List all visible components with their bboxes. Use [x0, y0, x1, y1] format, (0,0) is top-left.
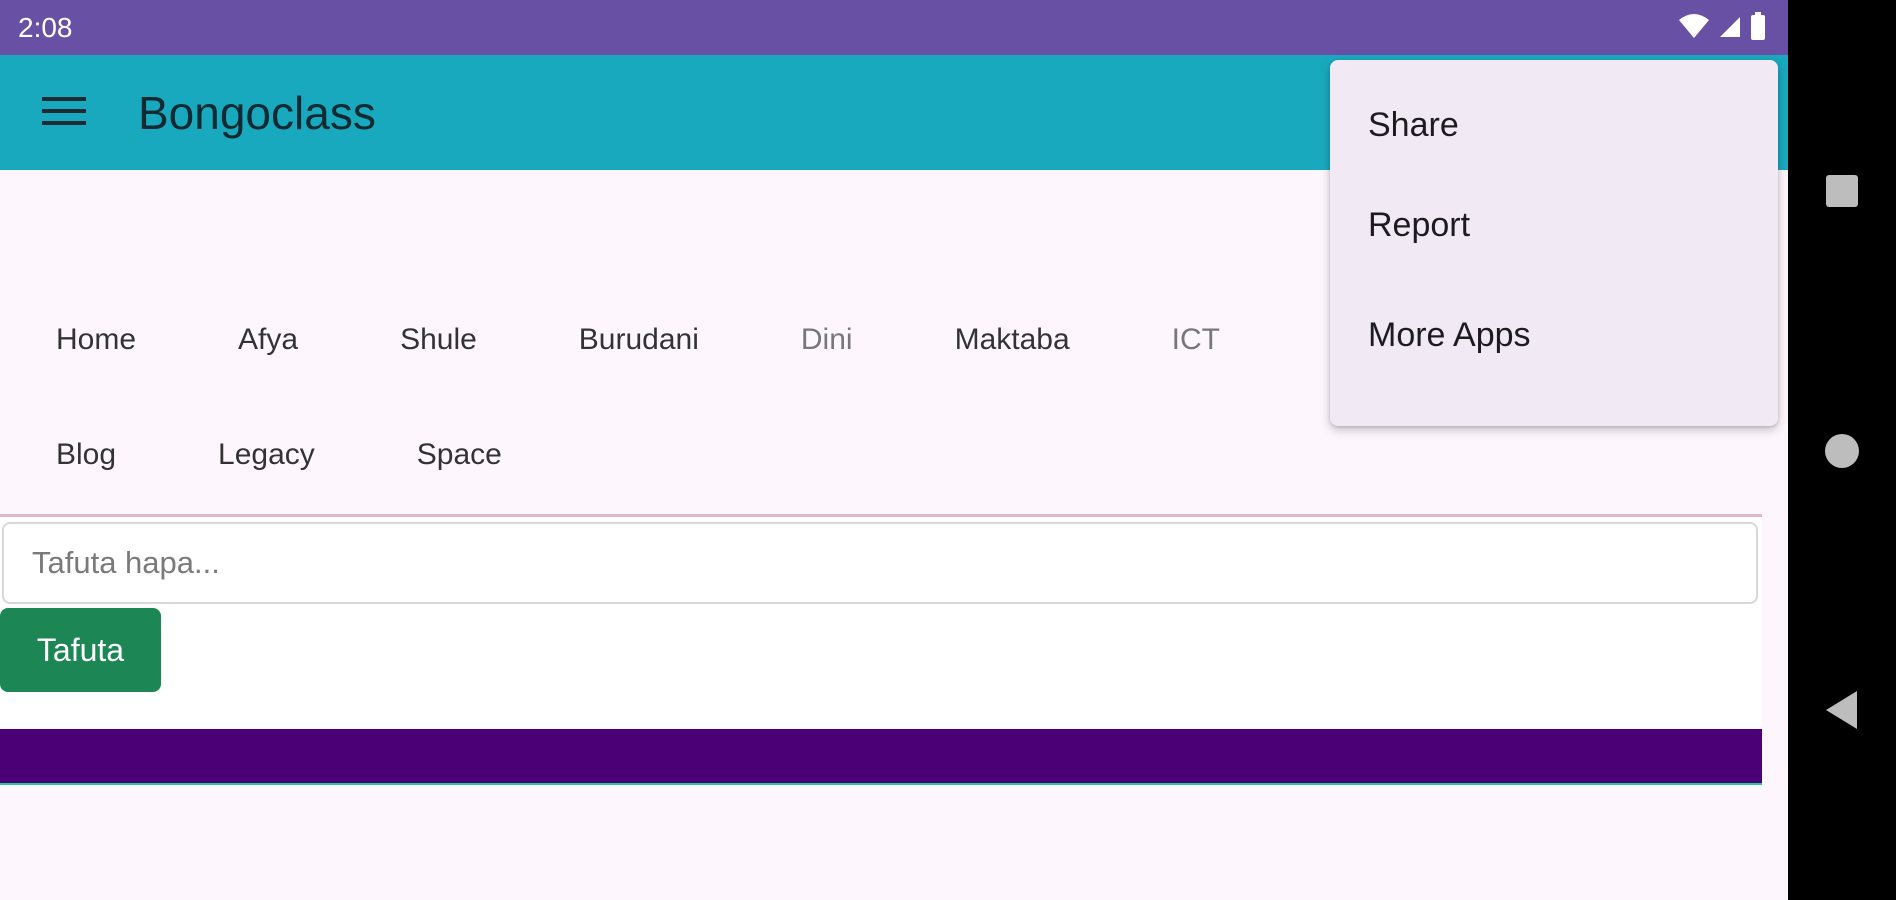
recents-icon [1826, 175, 1858, 207]
purple-banner-bar [0, 729, 1762, 785]
search-input[interactable] [2, 522, 1758, 604]
search-button[interactable]: Tafuta [0, 608, 161, 692]
status-bar: 2:08 [0, 0, 1788, 55]
menu-item-report[interactable]: Report [1330, 170, 1778, 280]
nav-link-ict[interactable]: ICT [1116, 323, 1220, 357]
nav-link-blog[interactable]: Blog [0, 438, 116, 472]
menu-item-more-apps[interactable]: More Apps [1330, 280, 1778, 390]
back-button[interactable] [1788, 684, 1896, 736]
nav-link-burudani[interactable]: Burudani [523, 323, 699, 357]
nav-links-row-1: Home Afya Shule Burudani Dini Maktaba IC… [0, 310, 1266, 370]
status-time: 2:08 [18, 12, 73, 43]
wifi-icon [1679, 14, 1709, 38]
home-icon [1825, 434, 1859, 468]
battery-icon [1751, 12, 1765, 40]
recents-button[interactable] [1788, 168, 1896, 214]
nav-link-shule[interactable]: Shule [344, 323, 477, 357]
home-button[interactable] [1788, 428, 1896, 474]
signal-icon [1720, 17, 1740, 37]
status-icons [1678, 12, 1766, 40]
back-icon [1826, 691, 1857, 729]
system-nav-bar [1788, 0, 1896, 900]
app-screen: 2:08 Bongoclass Home Afya Shule Burudani… [0, 0, 1788, 900]
nav-link-dini[interactable]: Dini [745, 323, 853, 357]
app-title: Bongoclass [138, 87, 376, 139]
menu-item-share[interactable]: Share [1330, 82, 1778, 170]
nav-links-row-2: Blog Legacy Space [0, 425, 548, 485]
nav-link-afya[interactable]: Afya [182, 323, 298, 357]
hamburger-menu-icon[interactable] [34, 91, 96, 135]
nav-link-maktaba[interactable]: Maktaba [899, 323, 1070, 357]
nav-link-space[interactable]: Space [361, 438, 502, 472]
overflow-menu: Share Report More Apps [1330, 60, 1778, 426]
nav-link-home[interactable]: Home [0, 323, 136, 357]
nav-link-legacy[interactable]: Legacy [162, 438, 315, 472]
